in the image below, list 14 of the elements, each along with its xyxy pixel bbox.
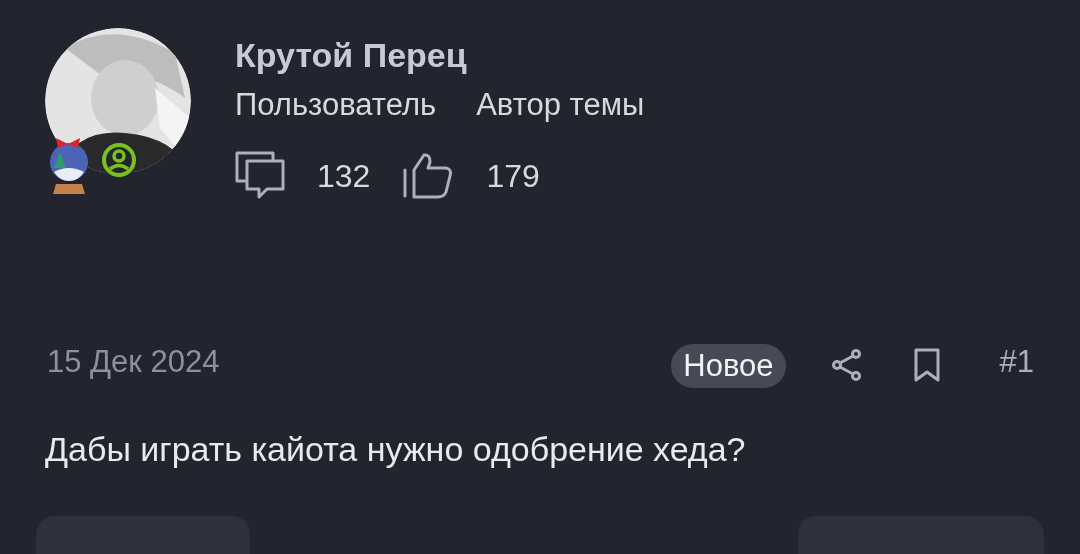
user-role: Пользователь bbox=[235, 86, 437, 124]
new-badge: Новое bbox=[671, 344, 786, 388]
post-text: Дабы играть кайота нужно одобрение хеда? bbox=[44, 429, 747, 470]
post-date: 15 Дек 2024 bbox=[47, 342, 220, 381]
message-count: 132 bbox=[317, 157, 371, 196]
snow-globe-icon bbox=[48, 138, 90, 196]
share-icon[interactable] bbox=[831, 349, 862, 381]
like-count: 179 bbox=[486, 157, 540, 196]
post-number[interactable]: #1 bbox=[999, 338, 1034, 386]
thread-author-label: Автор темы bbox=[476, 86, 645, 124]
author-name[interactable]: Крутой Перец bbox=[235, 35, 645, 75]
message-icon bbox=[235, 151, 285, 201]
thumbs-up-icon bbox=[402, 152, 455, 200]
bookmark-icon[interactable] bbox=[913, 348, 940, 382]
